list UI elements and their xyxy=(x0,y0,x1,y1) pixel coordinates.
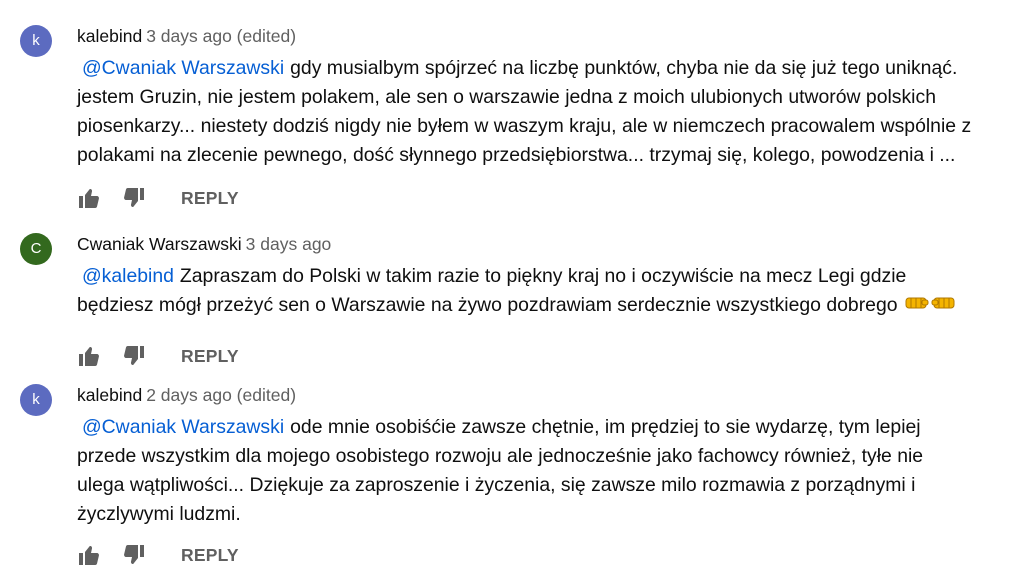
comment-actions: REPLY xyxy=(77,543,239,567)
comment-line: @kalebind Zapraszam do Polski w takim raz… xyxy=(77,262,1024,291)
reply-button[interactable]: REPLY xyxy=(181,545,239,566)
avatar[interactable]: k xyxy=(20,384,52,416)
comment-line: @Cwaniak Warszawski ode mnie osobiśćie za… xyxy=(77,413,1024,442)
comment-header: kalebind 3 days ago (edited) xyxy=(77,26,296,46)
comment-text: @Cwaniak Warszawski ode mnie osobiśćie za… xyxy=(77,413,1024,529)
dislike-icon[interactable] xyxy=(122,543,146,567)
comment-line-text: ode mnie osobiśćie zawsze chętnie, im pr… xyxy=(290,416,921,438)
mention-link[interactable]: @kalebind xyxy=(77,265,180,287)
comment-line: jestem Gruzin, nie jestem polakem, ale s… xyxy=(77,86,936,108)
author-name[interactable]: kalebind xyxy=(77,385,142,405)
reply-button[interactable]: REPLY xyxy=(181,188,239,209)
comment-line: życzlywymi ludzmi. xyxy=(77,503,241,525)
like-icon[interactable] xyxy=(77,543,101,567)
like-icon[interactable] xyxy=(77,186,101,210)
comment-line: polakami na zlecenie pewnego, dość słynn… xyxy=(77,144,956,166)
timestamp[interactable]: 3 days ago xyxy=(246,234,332,254)
reply-button[interactable]: REPLY xyxy=(181,346,239,367)
comment-line: ulega wątpliwości... Dziękuje za zaprosz… xyxy=(77,474,916,496)
author-name[interactable]: Cwaniak Warszawski xyxy=(77,234,242,254)
comment-line: przede wszystkim dla mojego osobistego r… xyxy=(77,445,924,467)
comment-line: piosenkarzy... niestety dodziś nigdy nie… xyxy=(77,115,972,137)
comment-line: będziesz mógł przeżyć sen o Warszawie na… xyxy=(77,291,1024,320)
fist-bump-right-icon xyxy=(931,291,955,320)
fist-bump-left-icon xyxy=(905,291,929,320)
comment-actions: REPLY xyxy=(77,186,239,210)
timestamp[interactable]: 2 days ago (edited) xyxy=(146,385,296,405)
comment-line-text: gdy musialbym spójrzeć na liczbę punktów… xyxy=(290,57,958,79)
timestamp[interactable]: 3 days ago (edited) xyxy=(146,26,296,46)
comment-line: @Cwaniak Warszawski gdy musialbym spójrze… xyxy=(77,54,1024,83)
dislike-icon[interactable] xyxy=(122,186,146,210)
comment-actions: REPLY xyxy=(77,344,239,368)
comment-header: Cwaniak Warszawski 3 days ago xyxy=(77,234,331,254)
like-icon[interactable] xyxy=(77,344,101,368)
comment-line-text: Zapraszam do Polski w takim razie to pię… xyxy=(179,265,907,287)
author-name[interactable]: kalebind xyxy=(77,26,142,46)
avatar[interactable]: k xyxy=(20,25,52,57)
comment-header: kalebind 2 days ago (edited) xyxy=(77,385,296,405)
dislike-icon[interactable] xyxy=(122,344,146,368)
comment-text: @kalebind Zapraszam do Polski w takim raz… xyxy=(77,262,1024,320)
mention-link[interactable]: @Cwaniak Warszawski xyxy=(77,416,290,438)
comment-line-text: będziesz mógł przeżyć sen o Warszawie na… xyxy=(77,294,898,316)
mention-link[interactable]: @Cwaniak Warszawski xyxy=(77,57,290,79)
avatar[interactable]: C xyxy=(20,233,52,265)
comment-text: @Cwaniak Warszawski gdy musialbym spójrze… xyxy=(77,54,1024,170)
